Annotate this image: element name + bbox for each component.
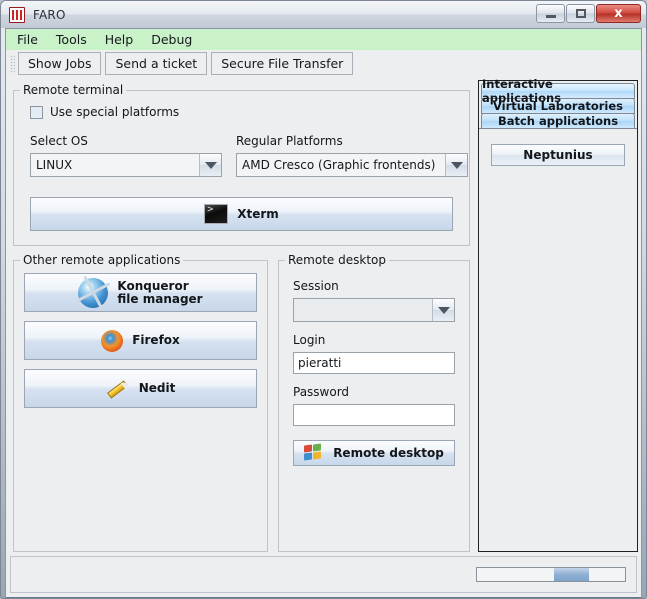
konqueror-icon [78,277,109,308]
regular-platforms-combobox[interactable]: AMD Cresco (Graphic frontends) [236,153,468,177]
close-icon: x [614,6,623,21]
neptunius-button[interactable]: Neptunius [491,144,625,166]
konqueror-button-label-line1: Konqueror [117,278,189,293]
login-input[interactable]: pieratti [293,352,455,374]
tool-bar: Show Jobs Send a ticket Secure File Tran… [5,50,642,77]
remote-terminal-title: Remote terminal [20,83,127,97]
select-os-field: Select OS LINUX [30,134,222,177]
menu-item-help[interactable]: Help [102,31,143,48]
menu-bar: File Tools Help Debug [5,28,642,50]
session-label: Session [293,279,339,293]
login-label: Login [293,333,326,347]
session-dropdown-arrow[interactable] [432,299,454,321]
konqueror-button-label: Konqueror file manager [117,278,203,306]
minimize-button[interactable] [536,4,565,23]
other-remote-applications-panel: Other remote applications Konqueror file… [13,253,268,552]
send-a-ticket-button[interactable]: Send a ticket [105,52,208,75]
menu-item-file[interactable]: File [14,31,47,48]
platform-selection-row: Select OS LINUX Regular Platforms AMD Cr… [24,134,468,177]
tab-virtual-laboratories[interactable]: Virtual Laboratories [481,98,635,114]
chevron-down-icon [450,161,463,169]
remote-desktop-panel: Remote desktop Session Login pieratti Pa… [278,253,470,552]
chevron-down-icon [204,161,217,169]
session-value [294,299,432,321]
windows-icon [304,443,324,462]
remote-desktop-title: Remote desktop [285,253,389,267]
status-bar [10,556,637,593]
window-controls: x [536,4,641,23]
regular-platforms-value: AMD Cresco (Graphic frontends) [237,154,445,176]
content-area: Remote terminal Use special platforms Se… [5,77,642,598]
maximize-icon [575,9,586,18]
regular-platforms-dropdown-arrow[interactable] [445,154,467,176]
select-os-combobox[interactable]: LINUX [30,153,222,177]
other-remote-applications-title: Other remote applications [20,253,184,267]
applications-sidebar: Interactive applications Virtual Laborat… [478,77,638,552]
secure-file-transfer-button[interactable]: Secure File Transfer [211,52,354,75]
firefox-button[interactable]: Firefox [24,321,257,360]
left-column: Remote terminal Use special platforms Se… [9,80,474,552]
xterm-button[interactable]: Xterm [30,197,453,231]
select-os-value: LINUX [31,154,199,176]
nedit-button-label: Nedit [138,381,176,395]
regular-platforms-label: Regular Platforms [236,134,343,148]
password-input[interactable] [293,404,455,426]
tab-interactive-applications[interactable]: Interactive applications [481,77,635,105]
menu-item-tools[interactable]: Tools [53,31,96,48]
maximize-button[interactable] [566,4,595,23]
firefox-icon [101,329,124,352]
show-jobs-button[interactable]: Show Jobs [18,52,102,75]
terminal-icon [204,204,229,224]
lower-row: Other remote applications Konqueror file… [13,253,470,552]
nedit-icon [106,378,130,400]
minimize-icon [545,15,556,18]
neptunius-button-label: Neptunius [523,148,593,162]
sidebar-tab-content: Neptunius [479,128,637,551]
konqueror-file-manager-button[interactable]: Konqueror file manager [24,273,257,312]
close-button[interactable]: x [596,4,641,23]
remote-desktop-button[interactable]: Remote desktop [293,440,455,466]
window-title: FARO [33,7,66,22]
password-label: Password [293,385,350,399]
progress-bar-indicator [553,568,590,581]
title-bar: FARO x [1,1,646,28]
firefox-button-label: Firefox [132,333,180,347]
use-special-platforms-checkbox[interactable] [30,105,43,119]
use-special-platforms-row[interactable]: Use special platforms [30,105,459,119]
remote-terminal-panel: Remote terminal Use special platforms Se… [13,83,470,246]
tab-batch-applications[interactable]: Batch applications [481,113,635,129]
select-os-label: Select OS [30,134,88,148]
konqueror-button-label-line2: file manager [117,291,203,306]
toolbar-grip-handle[interactable] [10,54,15,73]
regular-platforms-field: Regular Platforms AMD Cresco (Graphic fr… [236,134,468,177]
remote-desktop-button-label: Remote desktop [333,446,444,460]
use-special-platforms-label: Use special platforms [50,105,180,119]
nedit-button[interactable]: Nedit [24,369,257,408]
application-window: FARO x File Tools Help Debug Show Jobs S… [0,0,647,599]
sidebar-tabstrip: Interactive applications Virtual Laborat… [479,77,637,129]
select-os-dropdown-arrow[interactable] [199,154,221,176]
chevron-down-icon [437,306,450,314]
main-row: Remote terminal Use special platforms Se… [9,77,638,552]
xterm-button-label: Xterm [237,207,279,221]
session-combobox[interactable] [293,298,455,322]
faro-app-icon [9,6,25,23]
progress-bar [476,567,626,582]
menu-item-debug[interactable]: Debug [148,31,201,48]
